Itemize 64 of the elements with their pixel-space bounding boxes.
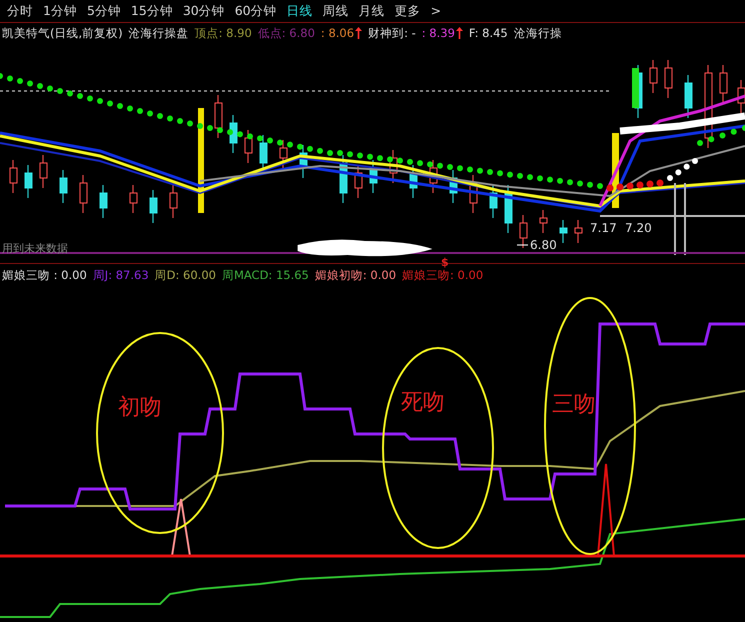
candlestick (450, 170, 458, 204)
candlestick (340, 154, 348, 204)
candlestick (650, 60, 658, 94)
indicator-reading: : 8.06 (320, 26, 354, 40)
chart-title: 凯美特气(日线,前复权) (2, 26, 123, 40)
period-tab[interactable]: 15分钟 (126, 1, 178, 21)
indicator-reading: 低点: 6.80 (258, 26, 315, 40)
period-tab[interactable]: 分时 (2, 1, 38, 21)
indicator-reading: 媚娘初吻: 0.00 (314, 268, 396, 282)
period-tab[interactable]: 30分钟 (178, 1, 230, 21)
candlestick (130, 184, 138, 214)
signal-bar (632, 68, 639, 108)
period-tab[interactable]: 日线 (282, 1, 318, 21)
candlestick (560, 220, 568, 244)
candlestick (10, 160, 18, 194)
candlestick (214, 94, 222, 138)
price-label: 7.20 (625, 221, 652, 235)
indicator-reading: 财神到: - (368, 26, 416, 40)
candlestick (684, 74, 692, 118)
period-tab[interactable]: 5分钟 (82, 1, 126, 21)
period-tab[interactable]: 更多 (390, 1, 426, 21)
indicator-reading: 周MACD: 15.65 (222, 268, 309, 282)
indicator-reading: 沧海行操 (514, 26, 562, 40)
candlestick (470, 174, 478, 214)
candlestick (574, 220, 582, 244)
candlestick (244, 130, 252, 164)
candlestick (80, 174, 88, 214)
indicator-reading: 媚娘三吻: 0.00 (402, 268, 484, 282)
candlestick (664, 60, 672, 98)
candlestick (230, 114, 238, 154)
indicator-name: 沧海行操盘 (128, 26, 189, 40)
indicator-reading: 顶点: 8.90 (194, 26, 252, 40)
annotation-label: 初吻 (118, 394, 162, 422)
candlestick (520, 214, 528, 248)
candlestick (540, 210, 548, 234)
candlestick (504, 184, 512, 234)
candlestick (280, 140, 288, 168)
signal-spike (171, 498, 191, 556)
indicator-reading: F: 8.45 (468, 26, 508, 40)
candlestick (24, 164, 32, 198)
candlestick (720, 64, 728, 104)
period-tab[interactable]: 1分钟 (38, 1, 82, 21)
period-tab[interactable]: 周线 (318, 1, 354, 21)
candlestick (354, 164, 362, 198)
more-arrow-button[interactable]: > (426, 1, 446, 21)
price-label: 7.17 (590, 221, 617, 235)
price-label: 6.80 (530, 238, 557, 252)
indicator-reading: 周J: 87.63 (92, 268, 149, 282)
candlestick (60, 170, 68, 204)
candlestick (40, 154, 48, 188)
indicator-reading: 周D: 60.00 (154, 268, 216, 282)
candlestick (370, 160, 378, 194)
future-data-note: 用到未来数据 (2, 241, 68, 256)
annotation-label: 死吻 (401, 389, 445, 417)
candlestick (170, 184, 178, 218)
candlestick (100, 184, 108, 218)
candlestick (490, 184, 498, 218)
annotation-label: 三吻 (552, 391, 596, 419)
period-tab[interactable]: 60分钟 (230, 1, 282, 21)
indicator-reading: : 8.39 (422, 26, 455, 40)
candlestick (150, 190, 158, 224)
indicator-reading: 媚娘三吻 : 0.00 (2, 268, 87, 282)
period-tab[interactable]: 月线 (354, 1, 390, 21)
candlestick (410, 164, 418, 198)
